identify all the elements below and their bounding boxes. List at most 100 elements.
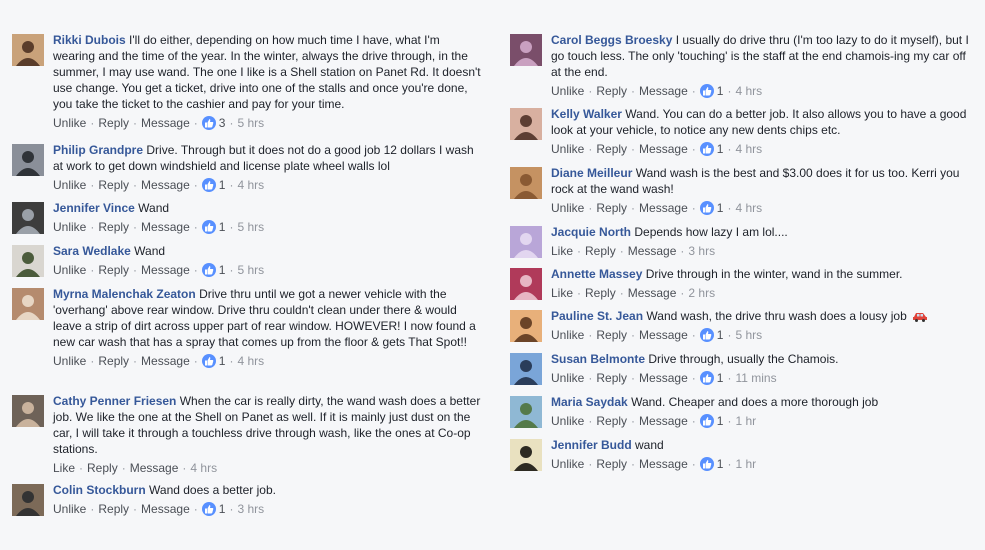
commenter-name[interactable]: Jacquie North: [551, 225, 631, 239]
like-count[interactable]: 1: [699, 201, 723, 215]
avatar[interactable]: [12, 202, 44, 234]
message-button[interactable]: Message: [639, 328, 688, 342]
commenter-name[interactable]: Susan Belmonte: [551, 352, 645, 366]
timestamp[interactable]: 2 hrs: [688, 286, 715, 300]
commenter-name[interactable]: Kelly Walker: [551, 107, 622, 121]
avatar[interactable]: [510, 353, 542, 385]
commenter-name[interactable]: Jennifer Vince: [53, 201, 135, 215]
commenter-name[interactable]: Pauline St. Jean: [551, 309, 643, 323]
avatar[interactable]: [510, 226, 542, 258]
avatar[interactable]: [510, 34, 542, 66]
avatar[interactable]: [12, 484, 44, 516]
commenter-name[interactable]: Maria Saydak: [551, 395, 628, 409]
unlike-button[interactable]: Unlike: [53, 116, 86, 130]
unlike-button[interactable]: Unlike: [53, 502, 86, 516]
timestamp[interactable]: 11 mins: [735, 371, 776, 385]
like-button[interactable]: Like: [551, 286, 573, 300]
like-count[interactable]: 1: [699, 84, 723, 98]
like-count[interactable]: 1: [699, 142, 723, 156]
timestamp[interactable]: 5 hrs: [237, 263, 264, 277]
avatar[interactable]: [510, 268, 542, 300]
like-count[interactable]: 1: [201, 178, 225, 192]
like-count[interactable]: 1: [201, 502, 225, 516]
commenter-name[interactable]: Colin Stockburn: [53, 483, 146, 497]
message-button[interactable]: Message: [628, 244, 677, 258]
timestamp[interactable]: 4 hrs: [735, 142, 762, 156]
timestamp[interactable]: 3 hrs: [237, 502, 264, 516]
message-button[interactable]: Message: [639, 414, 688, 428]
commenter-name[interactable]: Philip Grandpre: [53, 143, 143, 157]
reply-button[interactable]: Reply: [596, 201, 627, 215]
avatar[interactable]: [510, 396, 542, 428]
like-count[interactable]: 1: [201, 220, 225, 234]
like-count[interactable]: 1: [201, 354, 225, 368]
commenter-name[interactable]: Carol Beggs Broesky: [551, 33, 672, 47]
unlike-button[interactable]: Unlike: [551, 201, 584, 215]
avatar[interactable]: [12, 395, 44, 427]
unlike-button[interactable]: Unlike: [551, 84, 584, 98]
unlike-button[interactable]: Unlike: [53, 263, 86, 277]
commenter-name[interactable]: Sara Wedlake: [53, 244, 131, 258]
timestamp[interactable]: 4 hrs: [735, 201, 762, 215]
reply-button[interactable]: Reply: [596, 371, 627, 385]
avatar[interactable]: [510, 439, 542, 471]
message-button[interactable]: Message: [639, 84, 688, 98]
reply-button[interactable]: Reply: [98, 116, 129, 130]
message-button[interactable]: Message: [141, 116, 190, 130]
avatar[interactable]: [12, 144, 44, 176]
unlike-button[interactable]: Unlike: [551, 328, 584, 342]
commenter-name[interactable]: Myrna Malenchak Zeaton: [53, 287, 196, 301]
message-button[interactable]: Message: [628, 286, 677, 300]
reply-button[interactable]: Reply: [585, 244, 616, 258]
timestamp[interactable]: 5 hrs: [237, 116, 264, 130]
unlike-button[interactable]: Unlike: [53, 354, 86, 368]
reply-button[interactable]: Reply: [98, 354, 129, 368]
like-count[interactable]: 1: [699, 457, 723, 471]
reply-button[interactable]: Reply: [596, 457, 627, 471]
unlike-button[interactable]: Unlike: [53, 220, 86, 234]
reply-button[interactable]: Reply: [98, 178, 129, 192]
commenter-name[interactable]: Annette Massey: [551, 267, 642, 281]
commenter-name[interactable]: Rikki Dubois: [53, 33, 126, 47]
timestamp[interactable]: 1 hr: [735, 414, 756, 428]
like-button[interactable]: Like: [551, 244, 573, 258]
like-count[interactable]: 3: [201, 116, 225, 130]
reply-button[interactable]: Reply: [585, 286, 616, 300]
unlike-button[interactable]: Unlike: [551, 457, 584, 471]
reply-button[interactable]: Reply: [596, 142, 627, 156]
like-button[interactable]: Like: [53, 461, 75, 475]
like-count[interactable]: 1: [201, 263, 225, 277]
unlike-button[interactable]: Unlike: [551, 142, 584, 156]
reply-button[interactable]: Reply: [98, 263, 129, 277]
unlike-button[interactable]: Unlike: [551, 414, 584, 428]
message-button[interactable]: Message: [639, 371, 688, 385]
message-button[interactable]: Message: [141, 220, 190, 234]
reply-button[interactable]: Reply: [98, 502, 129, 516]
timestamp[interactable]: 4 hrs: [237, 354, 264, 368]
like-count[interactable]: 1: [699, 414, 723, 428]
commenter-name[interactable]: Jennifer Budd: [551, 438, 632, 452]
avatar[interactable]: [510, 167, 542, 199]
message-button[interactable]: Message: [141, 263, 190, 277]
message-button[interactable]: Message: [141, 502, 190, 516]
avatar[interactable]: [12, 245, 44, 277]
message-button[interactable]: Message: [141, 178, 190, 192]
unlike-button[interactable]: Unlike: [551, 371, 584, 385]
message-button[interactable]: Message: [639, 142, 688, 156]
timestamp[interactable]: 4 hrs: [735, 84, 762, 98]
like-count[interactable]: 1: [699, 371, 723, 385]
timestamp[interactable]: 5 hrs: [237, 220, 264, 234]
unlike-button[interactable]: Unlike: [53, 178, 86, 192]
commenter-name[interactable]: Diane Meilleur: [551, 166, 632, 180]
timestamp[interactable]: 1 hr: [735, 457, 756, 471]
timestamp[interactable]: 4 hrs: [190, 461, 217, 475]
avatar[interactable]: [510, 108, 542, 140]
avatar[interactable]: [12, 34, 44, 66]
reply-button[interactable]: Reply: [596, 414, 627, 428]
message-button[interactable]: Message: [639, 201, 688, 215]
reply-button[interactable]: Reply: [596, 328, 627, 342]
message-button[interactable]: Message: [141, 354, 190, 368]
avatar[interactable]: [12, 288, 44, 320]
timestamp[interactable]: 4 hrs: [237, 178, 264, 192]
reply-button[interactable]: Reply: [596, 84, 627, 98]
